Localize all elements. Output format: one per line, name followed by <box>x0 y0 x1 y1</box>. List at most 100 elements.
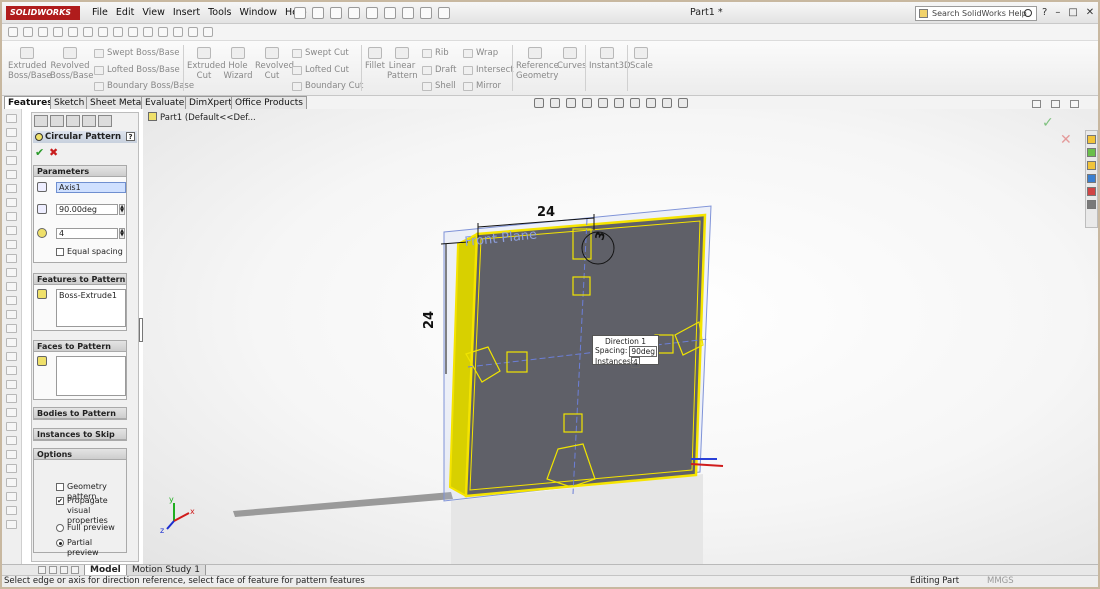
toolbar-icon[interactable] <box>6 282 17 291</box>
flyout-feature-tree[interactable]: Part1 (Default<<Def... <box>148 112 256 124</box>
display-manager-tab-icon[interactable] <box>98 115 112 127</box>
display-style-icon[interactable] <box>614 98 624 108</box>
offset-icon[interactable] <box>128 27 138 37</box>
toolbar-icon[interactable] <box>6 366 17 375</box>
menu-view[interactable]: View <box>138 6 169 20</box>
swept-cut-button[interactable]: Swept Cut <box>292 48 349 59</box>
partial-preview-radio[interactable] <box>56 539 64 547</box>
first-tab-arrow-icon[interactable] <box>38 566 46 574</box>
previous-view-icon[interactable] <box>566 98 576 108</box>
graphics-area[interactable]: 24 24 3 Front Plane y x z Direction 1 Sp… <box>143 109 1098 564</box>
toolbar-icon[interactable] <box>6 114 17 123</box>
save-icon[interactable] <box>330 7 342 19</box>
curves-button[interactable]: Curves <box>557 47 587 71</box>
toolbar-icon[interactable] <box>6 142 17 151</box>
search-results-icon[interactable] <box>1087 174 1096 183</box>
menu-insert[interactable]: Insert <box>169 6 204 20</box>
close-icon[interactable]: ✕ <box>1086 6 1094 20</box>
help-button[interactable]: ? <box>126 132 135 141</box>
viewport-close-icon[interactable] <box>1070 100 1079 108</box>
menu-window[interactable]: Window <box>236 6 281 20</box>
open-icon[interactable] <box>312 7 324 19</box>
toolbar-icon[interactable] <box>6 338 17 347</box>
instances-spinner[interactable]: ▲ ▼ <box>119 228 125 239</box>
toolbar-icon[interactable] <box>6 520 17 529</box>
hide-show-items-icon[interactable] <box>630 98 640 108</box>
reference-geometry-button[interactable]: Reference Geometry <box>516 47 559 81</box>
appearances-icon[interactable] <box>1087 187 1096 196</box>
intersect-button[interactable]: Intersect <box>463 65 514 76</box>
dimension-left-label[interactable]: 24 <box>422 311 437 329</box>
toolbar-icon[interactable] <box>6 184 17 193</box>
undo-icon[interactable] <box>366 7 378 19</box>
confirm-corner-cancel-icon[interactable]: ✕ <box>1060 132 1072 148</box>
toolbar-icon[interactable] <box>6 492 17 501</box>
revolved-cut-button[interactable]: Revolved Cut <box>255 47 294 81</box>
ok-check-icon[interactable]: ✔ <box>35 146 44 159</box>
toolbar-icon[interactable] <box>6 422 17 431</box>
fillet-button[interactable]: Fillet <box>364 47 386 71</box>
toolbar-icon[interactable] <box>6 310 17 319</box>
full-preview-radio[interactable] <box>56 524 64 532</box>
hole-wizard-button[interactable]: Hole Wizard <box>223 47 253 81</box>
propagate-visual-checkbox[interactable]: ✔ <box>56 497 64 505</box>
feature-list-item[interactable]: Boss-Extrude1 <box>59 291 117 301</box>
toolbar-icon[interactable] <box>6 156 17 165</box>
revolved-boss-button[interactable]: Revolved Boss/Base <box>50 47 93 81</box>
dimension-top-label[interactable]: 24 <box>537 205 555 220</box>
shell-button[interactable]: Shell <box>422 81 456 92</box>
menu-edit[interactable]: Edit <box>112 6 138 20</box>
panel-splitter[interactable] <box>139 318 143 342</box>
toolbar-icon[interactable] <box>6 324 17 333</box>
equal-spacing-checkbox[interactable] <box>56 248 64 256</box>
toolbar-icon[interactable] <box>6 254 17 263</box>
repair-icon[interactable] <box>173 27 183 37</box>
dimxpert-manager-tab-icon[interactable] <box>82 115 96 127</box>
menu-tools[interactable]: Tools <box>204 6 235 20</box>
confirm-corner-ok-icon[interactable]: ✓ <box>1042 115 1054 131</box>
geometry-pattern-checkbox[interactable] <box>56 483 64 491</box>
toolbar-icon[interactable] <box>6 128 17 137</box>
instant3d-button[interactable]: Instant3D <box>589 47 631 71</box>
lofted-boss-button[interactable]: Lofted Boss/Base <box>94 65 180 76</box>
tab-evaluate[interactable]: Evaluate <box>141 96 189 109</box>
section-view-icon[interactable] <box>582 98 592 108</box>
search-icon[interactable] <box>1024 9 1032 17</box>
rebuild-icon[interactable] <box>402 7 414 19</box>
viewport-minimize-icon[interactable] <box>1032 100 1041 108</box>
instances-to-skip-header[interactable]: Instances to Skip <box>34 429 126 440</box>
callout-spacing-value[interactable]: 90deg <box>629 346 658 357</box>
wrap-button[interactable]: Wrap <box>463 48 498 59</box>
cancel-x-icon[interactable]: ✖ <box>49 146 58 159</box>
callout-instances-value[interactable]: 4 <box>631 357 640 368</box>
bodies-to-pattern-header[interactable]: Bodies to Pattern <box>34 408 126 419</box>
toolbar-icon[interactable] <box>6 408 17 417</box>
reverse-direction-icon[interactable] <box>37 182 47 192</box>
boundary-boss-button[interactable]: Boundary Boss/Base <box>94 81 194 92</box>
lofted-cut-button[interactable]: Lofted Cut <box>292 65 349 76</box>
status-units[interactable]: MMGS <box>987 576 1014 587</box>
toolbar-icon[interactable] <box>6 436 17 445</box>
tab-sketch[interactable]: Sketch <box>50 96 89 109</box>
circle-icon[interactable] <box>68 27 78 37</box>
options-icon[interactable] <box>438 7 450 19</box>
toolbar-icon[interactable] <box>6 464 17 473</box>
faces-to-pattern-header[interactable]: Faces to Pattern <box>34 341 126 352</box>
angle-field[interactable]: 90.00deg <box>56 204 118 215</box>
rapid-sketch-icon[interactable] <box>203 27 213 37</box>
options-header[interactable]: Options <box>34 449 126 460</box>
resources-icon[interactable] <box>1087 135 1096 144</box>
search-input[interactable]: Search SolidWorks Help <box>915 6 1037 21</box>
design-library-icon[interactable] <box>1087 148 1096 157</box>
line-icon[interactable] <box>38 27 48 37</box>
view-orientation-icon[interactable] <box>598 98 608 108</box>
faces-list[interactable] <box>56 356 126 396</box>
minimize-icon[interactable]: – <box>1055 6 1060 20</box>
toolbar-icon[interactable] <box>6 296 17 305</box>
print-icon[interactable] <box>348 7 360 19</box>
toolbar-icon[interactable] <box>6 268 17 277</box>
zoom-to-area-icon[interactable] <box>550 98 560 108</box>
file-explorer-icon[interactable] <box>1087 161 1096 170</box>
new-document-icon[interactable] <box>294 7 306 19</box>
direction-callout[interactable]: Direction 1 Spacing: 90deg Instances: 4 <box>592 335 659 368</box>
